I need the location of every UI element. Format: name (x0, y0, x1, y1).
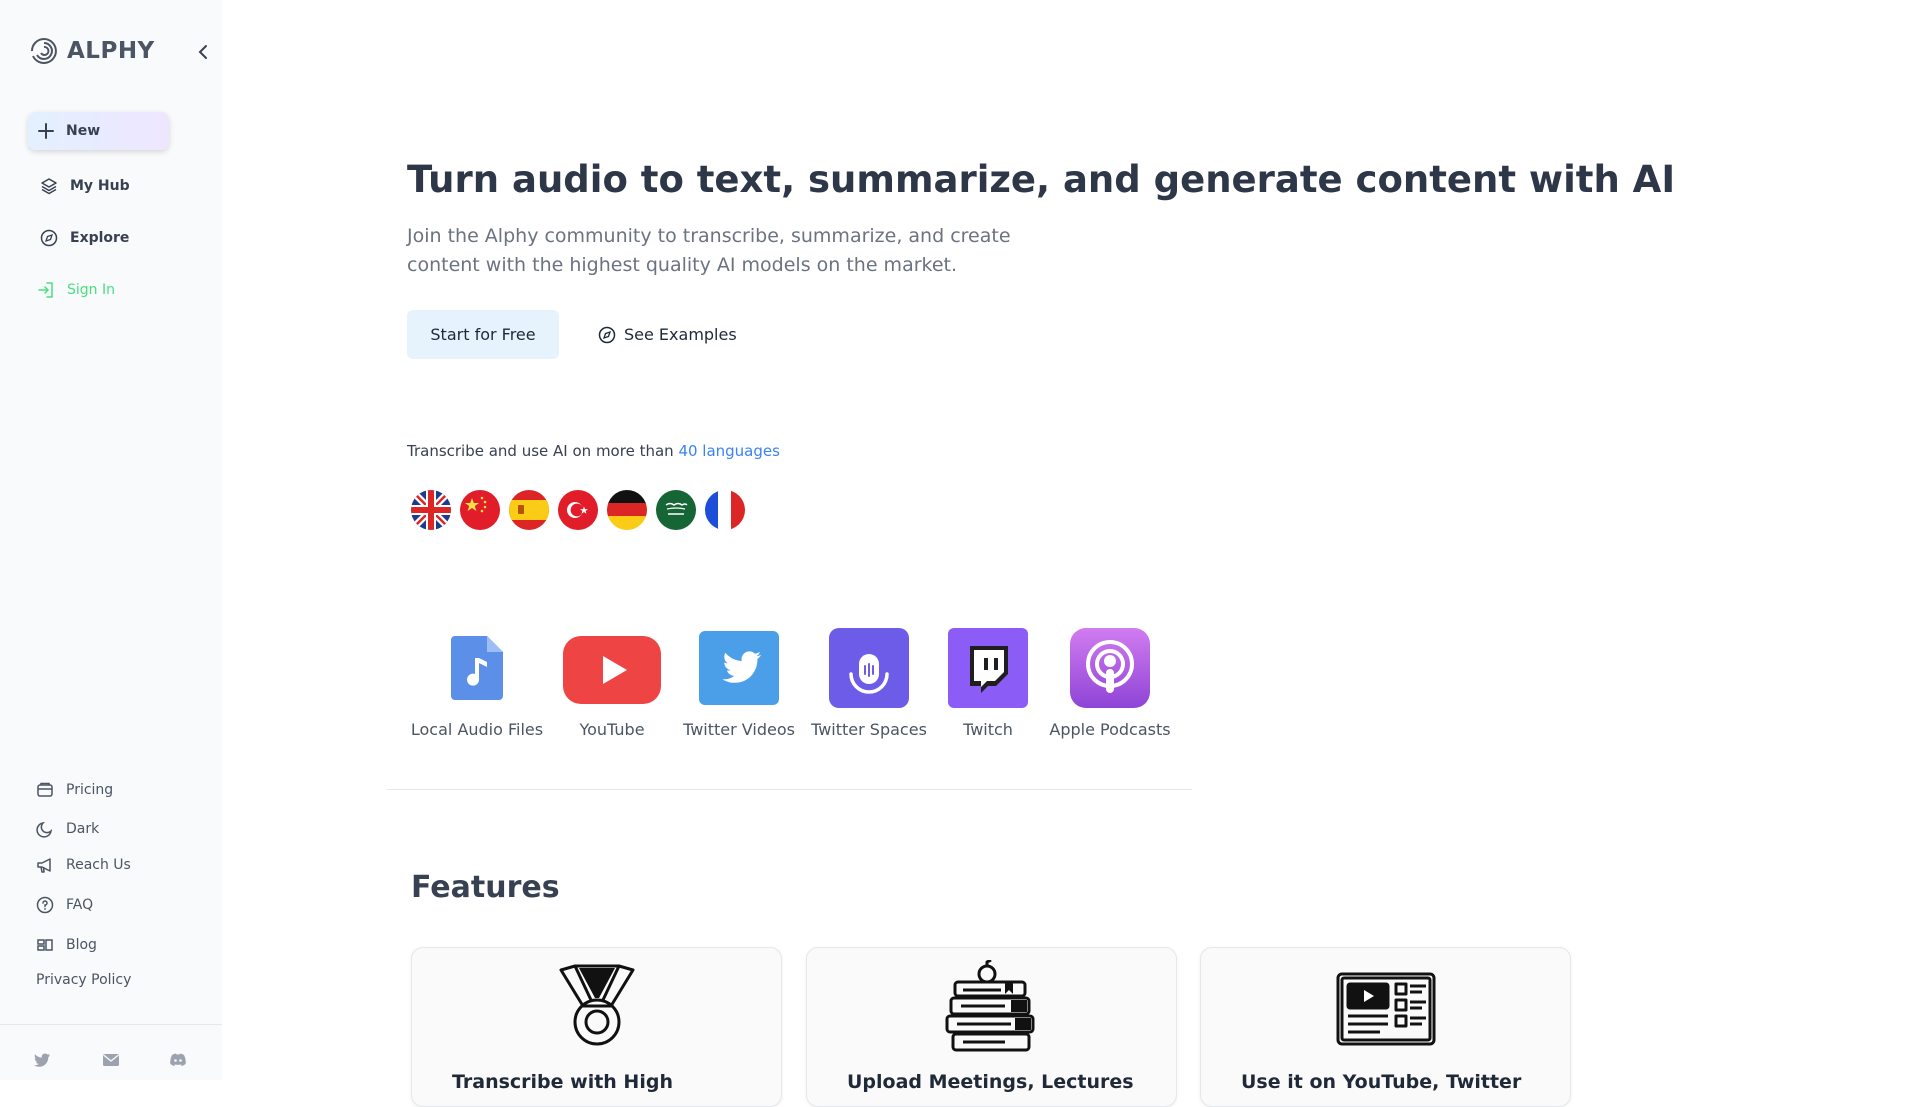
plus-icon (38, 123, 54, 139)
source-label: Twitter Spaces (811, 720, 927, 739)
feature-card-title: Upload Meetings, Lectures (847, 1071, 1134, 1093)
moon-icon (36, 821, 53, 838)
sidebar-item-label: Privacy Policy (36, 972, 132, 988)
source-label: Twitter Videos (683, 720, 795, 739)
languages-prefix: Transcribe and use AI on more than (407, 442, 679, 460)
new-button[interactable]: New (28, 112, 169, 150)
feature-card[interactable]: Use it on YouTube, Twitter (1200, 947, 1571, 1107)
sidebar-item-label: FAQ (66, 897, 94, 913)
youtube-icon (563, 636, 661, 704)
audio-file-icon (451, 636, 503, 700)
sidebar-item-faq[interactable]: FAQ (36, 896, 93, 914)
sidebar-item-label: Sign In (67, 282, 115, 298)
start-for-free-button[interactable]: Start for Free (407, 310, 559, 359)
sidebar-item-dark[interactable]: Dark (36, 820, 99, 838)
section-divider (387, 789, 1192, 790)
twitter-icon (699, 631, 779, 705)
spain-flag-icon (509, 490, 549, 530)
feature-card[interactable]: Transcribe with High (411, 947, 782, 1107)
sidebar-item-label: Blog (66, 937, 97, 953)
compass-icon (40, 229, 58, 247)
see-examples-label: See Examples (624, 325, 737, 344)
sidebar: ALPHY New My Hub Explore Sign In Pricing… (0, 0, 222, 1080)
sidebar-item-label: Reach Us (66, 857, 131, 873)
hero-title: Turn audio to text, summarize, and gener… (407, 158, 1676, 201)
sidebar-item-blog[interactable]: Blog (36, 936, 97, 954)
sidebar-item-label: Pricing (66, 782, 114, 798)
uk-flag-icon (411, 490, 451, 530)
china-flag-icon (460, 490, 500, 530)
source-label: Apple Podcasts (1049, 720, 1171, 739)
books-icon (945, 960, 1034, 1052)
mail-icon[interactable] (101, 1050, 121, 1070)
source-label: Twitch (963, 720, 1013, 739)
layers-icon (41, 178, 57, 195)
compass-icon (598, 326, 616, 343)
sidebar-item-label: Explore (70, 230, 130, 246)
feature-card[interactable]: Upload Meetings, Lectures (806, 947, 1177, 1107)
discord-icon[interactable] (168, 1050, 188, 1070)
sidebar-item-my-hub[interactable]: My Hub (40, 177, 130, 195)
spaces-icon (829, 628, 909, 708)
brand-name: ALPHY (67, 38, 155, 64)
source-label: YouTube (579, 720, 645, 739)
germany-flag-icon (607, 490, 647, 530)
alphy-logo-icon (31, 38, 57, 64)
video-panel-icon (1336, 972, 1435, 1046)
languages-link[interactable]: 40 languages (678, 442, 780, 460)
medal-icon (559, 964, 634, 1046)
sidebar-item-label: Dark (66, 821, 100, 837)
feature-card-title: Use it on YouTube, Twitter (1241, 1071, 1522, 1093)
podcasts-icon (1070, 628, 1150, 708)
chevron-left-icon[interactable] (193, 42, 213, 62)
sidebar-item-reach-us[interactable]: Reach Us (36, 856, 131, 874)
sidebar-item-pricing[interactable]: Pricing (36, 781, 113, 799)
sidebar-item-explore[interactable]: Explore (40, 229, 129, 247)
hero-subtitle: Join the Alphy community to transcribe, … (407, 225, 1011, 276)
sidebar-item-sign-in[interactable]: Sign In (37, 281, 115, 299)
france-flag-icon (705, 490, 745, 530)
twitch-icon (948, 628, 1028, 708)
sign-in-icon (38, 282, 53, 298)
new-label: New (66, 123, 101, 139)
feature-card-title: Transcribe with High (452, 1071, 673, 1093)
turkey-flag-icon (558, 490, 598, 530)
sidebar-item-label: My Hub (70, 178, 130, 194)
languages-text: Transcribe and use AI on more than 40 la… (407, 442, 780, 460)
see-examples-button[interactable]: See Examples (598, 310, 737, 359)
blog-icon (37, 939, 53, 951)
sidebar-item-privacy-policy[interactable]: Privacy Policy (36, 972, 131, 988)
brand-logo[interactable]: ALPHY (29, 36, 155, 66)
question-icon (36, 896, 54, 914)
saudi-flag-icon (656, 490, 696, 530)
language-flags (411, 490, 745, 530)
megaphone-icon (37, 858, 51, 873)
features-title: Features (411, 870, 560, 905)
source-label: Local Audio Files (410, 720, 544, 739)
twitter-icon[interactable] (32, 1050, 52, 1070)
wallet-icon (37, 782, 53, 797)
sidebar-divider (0, 1024, 222, 1025)
